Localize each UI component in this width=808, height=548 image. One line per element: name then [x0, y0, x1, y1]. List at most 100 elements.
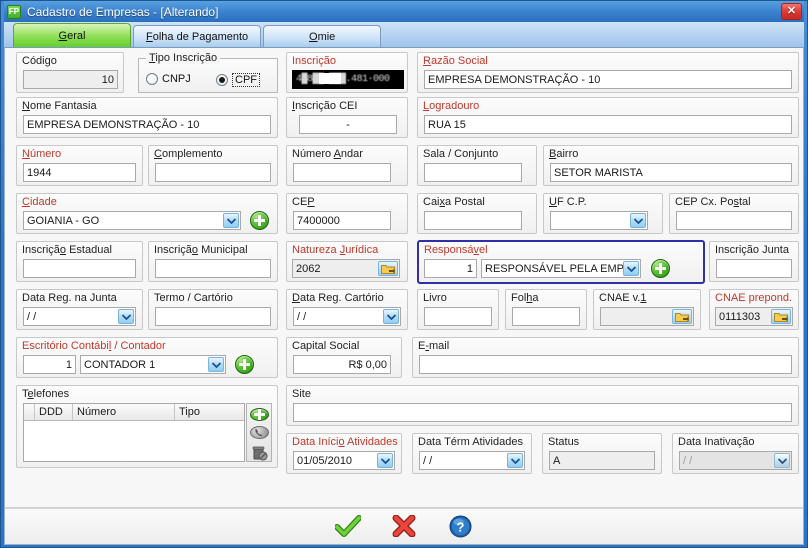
nome-fantasia-input[interactable]: EMPRESA DEMONSTRAÇÃO - 10: [23, 115, 271, 134]
tab-strip: Geral Folha de Pagamento Omie: [4, 22, 804, 47]
folder-icon[interactable]: [771, 309, 791, 324]
label-status: Status: [548, 436, 580, 448]
radio-cnpj[interactable]: CNPJ: [146, 73, 191, 85]
fp-app-icon: FP: [7, 4, 21, 19]
label-data-inicio-atividades: Data Início Atividades: [292, 436, 398, 448]
field-group-natureza-juridica: Natureza Jurídica 2062: [286, 241, 408, 282]
data-reg-cartorio-datepicker[interactable]: / /: [293, 307, 401, 326]
responsavel-combobox[interactable]: RESPONSÁVEL PELA EMPRESA: [481, 259, 641, 278]
tab-folha-de-pagamento-label: olha de Pagamento: [152, 30, 249, 43]
radio-cpf[interactable]: CPF: [216, 73, 260, 87]
add-escritorio-contabil-button[interactable]: [235, 355, 254, 374]
inscricao-input[interactable]: 4█8██.███.481·000: [292, 70, 404, 89]
chevron-down-icon[interactable]: [223, 213, 239, 228]
cnae-v1-input[interactable]: [600, 307, 694, 326]
razao-social-input[interactable]: EMPRESA DEMONSTRAÇÃO - 10: [424, 70, 792, 89]
chevron-down-icon[interactable]: [623, 261, 639, 276]
uf-cp-combobox[interactable]: [550, 211, 648, 230]
chevron-down-icon[interactable]: [507, 453, 523, 468]
escritorio-contabil-value: CONTADOR 1: [84, 358, 156, 371]
label-caixa-postal: Caixa Postal: [423, 196, 485, 208]
inscricao-estadual-input[interactable]: [23, 259, 136, 278]
phone-edit-icon[interactable]: [249, 426, 269, 439]
capital-social-input[interactable]: R$ 0,00: [293, 355, 391, 374]
tab-folha-mnemonic: F: [146, 30, 153, 43]
add-cidade-button[interactable]: [250, 211, 269, 230]
numero-input[interactable]: 1944: [23, 163, 136, 182]
chevron-down-icon[interactable]: [383, 309, 399, 324]
inscricao-cei-input[interactable]: -: [299, 115, 397, 134]
responsavel-code-input[interactable]: 1: [424, 259, 477, 278]
field-group-caixa-postal: Caixa Postal: [417, 193, 537, 234]
radio-cpf-indicator: [216, 74, 228, 86]
svg-text:?: ?: [456, 519, 464, 534]
data-reg-cartorio-value: / /: [297, 310, 307, 323]
inscricao-municipal-input[interactable]: [155, 259, 271, 278]
escritorio-contabil-code-input[interactable]: 1: [23, 355, 76, 374]
field-group-escritorio-contabil: Escritório Contábil / Contador 1 CONTADO…: [16, 337, 278, 378]
label-cep-cx-postal: CEP Cx. Postal: [675, 196, 751, 208]
tab-geral[interactable]: Geral: [13, 23, 131, 47]
field-group-livro: Livro: [417, 289, 499, 330]
label-data-reg-cartorio: Data Reg. Cartório: [292, 292, 384, 304]
numero-andar-input[interactable]: [293, 163, 391, 182]
help-button[interactable]: ?: [445, 512, 475, 540]
data-reg-junta-datepicker[interactable]: / /: [23, 307, 136, 326]
telefones-col-tipo[interactable]: Tipo: [175, 404, 244, 420]
tab-omie-label: mie: [317, 30, 336, 43]
cidade-combobox[interactable]: GOIANIA - GO: [23, 211, 241, 230]
bairro-input[interactable]: SETOR MARISTA: [550, 163, 792, 182]
folder-icon[interactable]: [672, 309, 692, 324]
livro-input[interactable]: [424, 307, 492, 326]
field-group-folha: Folha: [505, 289, 587, 330]
field-group-nome-fantasia: Nome Fantasia EMPRESA DEMONSTRAÇÃO - 10: [16, 97, 278, 138]
label-termo-cartorio: Termo / Cartório: [154, 292, 233, 304]
logradouro-input[interactable]: RUA 15: [424, 115, 792, 134]
complemento-input[interactable]: [155, 163, 271, 182]
close-icon[interactable]: ✕: [781, 3, 802, 20]
termo-cartorio-input[interactable]: [155, 307, 271, 326]
cep-input[interactable]: 7400000: [293, 211, 391, 230]
field-group-termo-cartorio: Termo / Cartório: [148, 289, 278, 330]
escritorio-contabil-combobox[interactable]: CONTADOR 1: [80, 355, 226, 374]
chevron-down-icon[interactable]: [377, 453, 393, 468]
site-input[interactable]: [293, 403, 792, 422]
inscricao-junta-input[interactable]: [716, 259, 792, 278]
label-inscricao-municipal: Inscrição Municipal: [154, 244, 248, 256]
chevron-down-icon[interactable]: [118, 309, 134, 324]
telefones-col-ddd[interactable]: DDD: [35, 404, 73, 420]
label-bairro: Bairro: [549, 148, 579, 160]
sala-conjunto-input[interactable]: [424, 163, 522, 182]
tab-folha-de-pagamento[interactable]: Folha de Pagamento: [133, 25, 262, 47]
tab-omie[interactable]: Omie: [263, 25, 382, 47]
email-input[interactable]: [419, 355, 792, 374]
data-term-atividades-datepicker[interactable]: / /: [419, 451, 525, 470]
folder-icon[interactable]: [378, 261, 398, 276]
chevron-down-icon[interactable]: [208, 357, 224, 372]
telefones-grid[interactable]: DDD Número Tipo: [23, 403, 245, 462]
add-responsavel-button[interactable]: [651, 259, 670, 278]
chevron-down-icon[interactable]: [630, 213, 646, 228]
label-inscricao-junta: Inscrição Junta: [715, 244, 789, 256]
label-cep: CEP: [292, 196, 315, 208]
label-complemento: Complemento: [154, 148, 223, 160]
codigo-input[interactable]: 10: [23, 70, 118, 89]
add-phone-button[interactable]: [249, 408, 269, 421]
cep-cx-postal-input[interactable]: [676, 211, 792, 230]
folha-input[interactable]: [512, 307, 580, 326]
cancel-button[interactable]: [389, 512, 419, 540]
label-tipo-inscricao: Tipo Inscrição: [146, 52, 221, 64]
title-bar: FP Cadastro de Empresas - [Alterando] ✕: [4, 1, 804, 22]
field-group-inscricao-estadual: Inscrição Estadual: [16, 241, 143, 282]
confirm-button[interactable]: [333, 512, 363, 540]
telefones-col-numero[interactable]: Número: [73, 404, 175, 420]
field-group-capital-social: Capital Social R$ 0,00: [286, 337, 402, 378]
field-group-responsavel: Responsável 1 RESPONSÁVEL PELA EMPRESA: [417, 240, 705, 284]
caixa-postal-input[interactable]: [424, 211, 522, 230]
trash-icon[interactable]: [250, 444, 269, 461]
natureza-juridica-input[interactable]: 2062: [292, 259, 400, 278]
field-group-cidade: Cidade GOIANIA - GO: [16, 193, 278, 234]
label-uf-cp: UF C.P.: [549, 196, 587, 208]
cnae-prepond-input[interactable]: 0111303: [715, 307, 793, 326]
data-inicio-atividades-datepicker[interactable]: 01/05/2010: [293, 451, 395, 470]
